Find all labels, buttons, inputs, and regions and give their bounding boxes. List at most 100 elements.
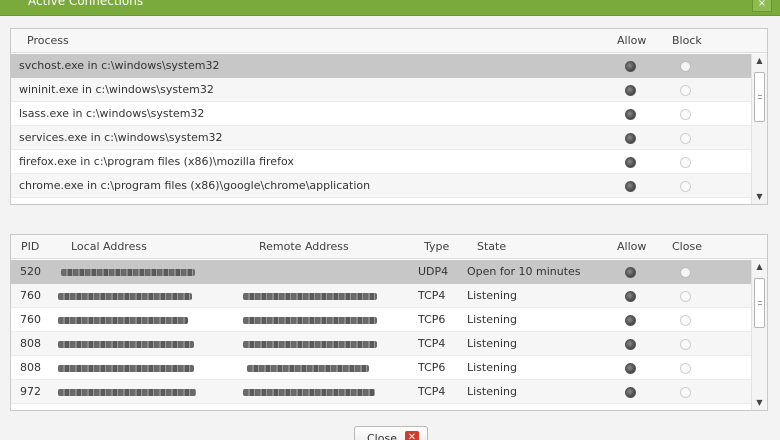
table-row[interactable]: lsass.exe in c:\windows\system32 xyxy=(11,102,751,126)
redacted-local-address xyxy=(58,317,188,324)
table-row[interactable]: chrome.exe in c:\program files (x86)\goo… xyxy=(11,174,751,198)
connection-state: Open for 10 minutes xyxy=(467,265,581,278)
scroll-thumb[interactable] xyxy=(754,278,765,328)
process-name: lsass.exe in c:\windows\system32 xyxy=(19,107,205,120)
allow-radio[interactable] xyxy=(625,291,636,302)
column-header-remote-address[interactable]: Remote Address xyxy=(259,240,349,253)
block-radio[interactable] xyxy=(680,61,691,72)
connection-type: TCP6 xyxy=(418,313,446,326)
table-row[interactable]: 760 TCP4 Listening xyxy=(11,284,751,308)
process-name: firefox.exe in c:\program files (x86)\mo… xyxy=(19,155,294,168)
connection-type: TCP6 xyxy=(418,361,446,374)
allow-radio[interactable] xyxy=(625,133,636,144)
table-row[interactable]: 760 TCP6 Listening xyxy=(11,308,751,332)
pid-value: 972 xyxy=(20,385,41,398)
column-header-state[interactable]: State xyxy=(477,240,506,253)
close-radio[interactable] xyxy=(680,267,691,278)
allow-radio[interactable] xyxy=(625,267,636,278)
connection-state: Listening xyxy=(467,361,517,374)
connection-table-body: 520 UDP4 Open for 10 minutes 760 TCP4 Listeni… xyxy=(11,260,751,404)
connection-state: Listening xyxy=(467,337,517,350)
redacted-remote-address xyxy=(243,389,375,396)
process-table-header: Process Allow Block xyxy=(11,29,767,53)
redacted-local-address xyxy=(58,389,196,396)
allow-radio[interactable] xyxy=(625,157,636,168)
block-radio[interactable] xyxy=(680,133,691,144)
block-radio[interactable] xyxy=(680,85,691,96)
block-radio[interactable] xyxy=(680,157,691,168)
connection-type: TCP4 xyxy=(418,385,446,398)
scroll-up-arrow-icon[interactable]: ▲ xyxy=(752,260,767,274)
process-table-body: svchost.exe in c:\windows\system32 winini… xyxy=(11,54,751,198)
window-close-button[interactable]: × xyxy=(752,0,772,12)
column-header-local-address[interactable]: Local Address xyxy=(71,240,147,253)
scroll-down-arrow-icon[interactable]: ▼ xyxy=(752,396,767,410)
scroll-thumb[interactable] xyxy=(754,72,765,122)
column-header-process[interactable]: Process xyxy=(27,34,69,47)
close-radio[interactable] xyxy=(680,339,691,350)
allow-radio[interactable] xyxy=(625,387,636,398)
table-row[interactable]: 972 TCP4 Listening xyxy=(11,380,751,404)
process-name: services.exe in c:\windows\system32 xyxy=(19,131,223,144)
process-name: svchost.exe in c:\windows\system32 xyxy=(19,59,220,72)
allow-radio[interactable] xyxy=(625,363,636,374)
redacted-local-address xyxy=(58,365,194,372)
allow-radio[interactable] xyxy=(625,181,636,192)
block-radio[interactable] xyxy=(680,181,691,192)
table-row[interactable]: wininit.exe in c:\windows\system32 xyxy=(11,78,751,102)
process-table: Process Allow Block svchost.exe in c:\wi… xyxy=(10,28,768,205)
block-radio[interactable] xyxy=(680,109,691,120)
table-row[interactable]: 808 TCP6 Listening xyxy=(11,356,751,380)
title-bar: Active Connections × xyxy=(0,0,780,16)
close-button[interactable]: Close ✕ xyxy=(354,426,428,440)
close-icon: ✕ xyxy=(405,431,419,440)
redacted-remote-address xyxy=(243,341,377,348)
allow-radio[interactable] xyxy=(625,61,636,72)
pid-value: 760 xyxy=(20,289,41,302)
close-radio[interactable] xyxy=(680,363,691,374)
table-row[interactable]: firefox.exe in c:\program files (x86)\mo… xyxy=(11,150,751,174)
column-header-type[interactable]: Type xyxy=(424,240,449,253)
connection-state: Listening xyxy=(467,289,517,302)
allow-radio[interactable] xyxy=(625,109,636,120)
pid-value: 808 xyxy=(20,337,41,350)
table-row[interactable]: 520 UDP4 Open for 10 minutes xyxy=(11,260,751,284)
allow-radio[interactable] xyxy=(625,339,636,350)
table-row[interactable]: svchost.exe in c:\windows\system32 xyxy=(11,54,751,78)
redacted-local-address xyxy=(58,341,194,348)
connection-state: Listening xyxy=(467,385,517,398)
close-radio[interactable] xyxy=(680,315,691,326)
process-name: wininit.exe in c:\windows\system32 xyxy=(19,83,214,96)
scroll-up-arrow-icon[interactable]: ▲ xyxy=(752,54,767,68)
connection-table-header: PID Local Address Remote Address Type St… xyxy=(11,235,767,259)
connection-type: TCP4 xyxy=(418,337,446,350)
redacted-remote-address xyxy=(243,317,377,324)
close-button-label: Close xyxy=(367,432,397,440)
close-radio[interactable] xyxy=(680,291,691,302)
close-radio[interactable] xyxy=(680,387,691,398)
allow-radio[interactable] xyxy=(625,315,636,326)
redacted-local-address xyxy=(58,293,192,300)
column-header-block[interactable]: Block xyxy=(672,34,702,47)
redacted-remote-address xyxy=(243,293,377,300)
close-icon: × xyxy=(757,0,767,9)
column-header-pid[interactable]: PID xyxy=(21,240,39,253)
connection-type: UDP4 xyxy=(418,265,449,278)
scroll-down-arrow-icon[interactable]: ▼ xyxy=(752,190,767,204)
window-title: Active Connections xyxy=(28,0,144,8)
table-row[interactable]: services.exe in c:\windows\system32 xyxy=(11,126,751,150)
table-row[interactable]: 808 TCP4 Listening xyxy=(11,332,751,356)
process-scrollbar[interactable]: ▲ ▼ xyxy=(751,54,767,204)
pid-value: 760 xyxy=(20,313,41,326)
process-name: chrome.exe in c:\program files (x86)\goo… xyxy=(19,179,371,192)
connection-type: TCP4 xyxy=(418,289,446,302)
connection-scrollbar[interactable]: ▲ ▼ xyxy=(751,260,767,410)
pid-value: 808 xyxy=(20,361,41,374)
pid-value: 520 xyxy=(20,265,41,278)
column-header-close[interactable]: Close xyxy=(672,240,702,253)
allow-radio[interactable] xyxy=(625,85,636,96)
redacted-remote-address xyxy=(247,365,369,372)
column-header-allow[interactable]: Allow xyxy=(617,34,646,47)
redacted-local-address xyxy=(61,269,195,276)
column-header-allow[interactable]: Allow xyxy=(617,240,646,253)
